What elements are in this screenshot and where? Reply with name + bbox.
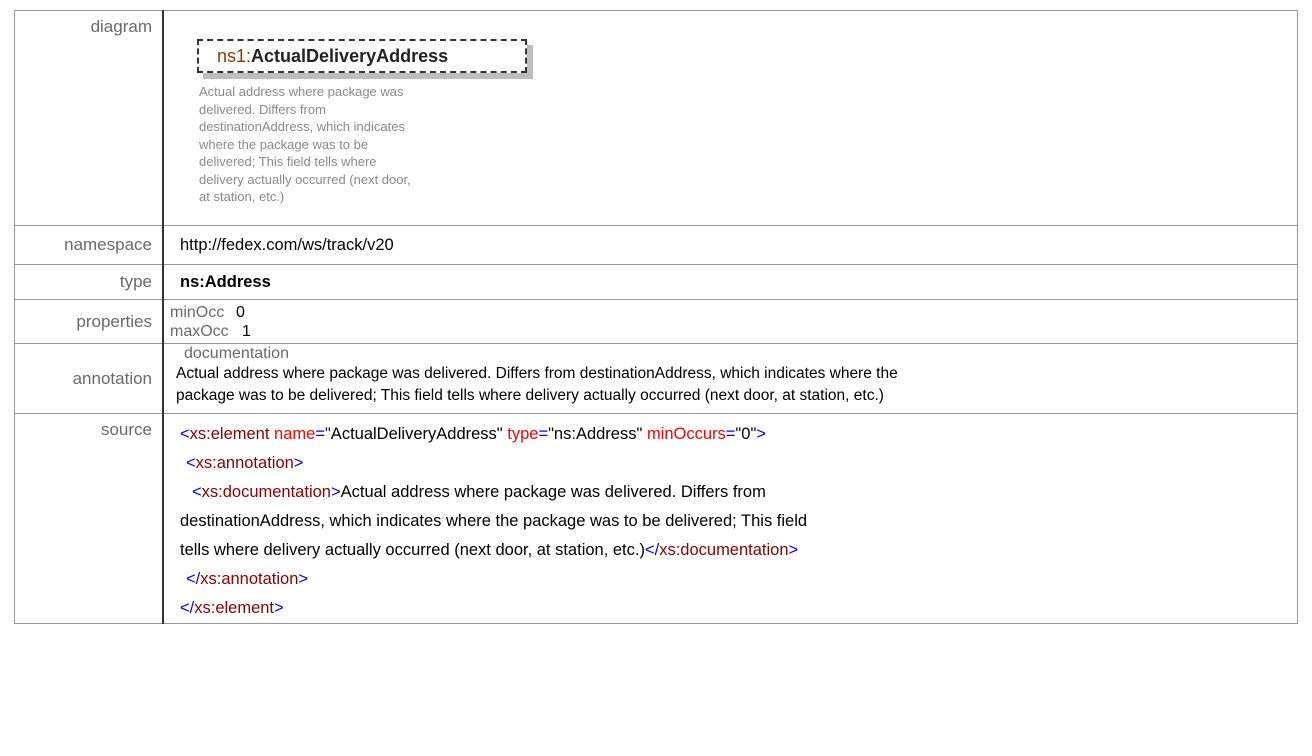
src-punct: > — [756, 425, 766, 443]
row-namespace: namespace http://fedex.com/ws/track/v20 — [14, 225, 1298, 265]
src-punct: </ — [644, 541, 660, 559]
property-max-label: maxOcc — [170, 322, 229, 340]
element-diagram-label: ActualDeliveryAddress — [251, 46, 449, 66]
row-properties: properties minOcc 0 maxOcc 1 — [14, 299, 1298, 344]
element-diagram-prefix: ns1: — [217, 46, 252, 66]
diagram-cell: ns1:ActualDeliveryAddress Actual address… — [162, 10, 1298, 226]
source-code: <xs:element name="ActualDeliveryAddress"… — [162, 413, 1298, 624]
src-tag: xs:annotation — [195, 454, 294, 472]
namespace-value: http://fedex.com/ws/track/v20 — [162, 225, 1298, 265]
label-namespace: namespace — [14, 225, 164, 265]
diagram-documentation: Actual address where package was deliver… — [199, 83, 499, 206]
src-punct: </ — [180, 599, 195, 617]
source-line-2: <xs:annotation> — [180, 449, 1297, 478]
source-line-4: destinationAddress, which indicates wher… — [180, 507, 1297, 536]
diagram-doc-line: destinationAddress, which indicates — [199, 119, 405, 134]
source-line-7: </xs:element> — [180, 594, 1297, 623]
row-type: type ns:Address — [14, 264, 1298, 300]
src-tag: xs:annotation — [200, 570, 299, 588]
src-tag: xs:element — [194, 599, 275, 617]
src-value: "0" — [735, 425, 757, 443]
src-punct: > — [330, 483, 341, 501]
src-value: "ns:Address" — [548, 425, 643, 443]
property-max-value: 1 — [242, 322, 251, 340]
src-value: "ActualDeliveryAddress" — [324, 425, 503, 443]
src-tag: xs:element — [189, 425, 270, 443]
src-punct: </ — [186, 570, 201, 588]
src-tag: xs:documentation — [659, 541, 789, 559]
src-punct: > — [274, 599, 284, 617]
src-tag: xs:documentation — [201, 483, 331, 501]
diagram-doc-line: where the package was to be — [199, 136, 369, 152]
src-punct: = — [725, 425, 736, 443]
src-punct: < — [192, 483, 202, 501]
property-min-value: 0 — [236, 303, 245, 321]
annotation-cell: documentation Actual address where packa… — [162, 343, 1298, 414]
label-diagram: diagram — [14, 10, 164, 226]
type-link[interactable]: ns:Address — [180, 273, 271, 291]
element-doc-table: diagram ns1:ActualDeliveryAddress Actual… — [14, 10, 1298, 624]
src-punct: > — [293, 454, 304, 472]
src-text: tells where delivery actually occurred (… — [180, 541, 645, 559]
src-punct: < — [186, 454, 196, 472]
property-min-label: minOcc — [170, 303, 225, 321]
src-attr: type — [507, 425, 539, 443]
src-punct: = — [538, 425, 549, 443]
src-punct: = — [315, 425, 325, 443]
property-min: minOcc 0 — [170, 303, 1297, 322]
element-diagram-box[interactable]: ns1:ActualDeliveryAddress — [197, 39, 527, 73]
source-line-1: <xs:element name="ActualDeliveryAddress"… — [180, 420, 1297, 449]
src-punct: > — [788, 541, 799, 559]
properties-cell: minOcc 0 maxOcc 1 — [162, 299, 1298, 344]
label-source: source — [14, 413, 164, 624]
diagram-doc-line: delivered; This field tells where — [199, 154, 377, 169]
src-attr: name — [274, 425, 316, 443]
source-line-3: <xs:documentation>Actual address where p… — [180, 478, 1297, 507]
src-punct: > — [298, 570, 309, 588]
src-attr: minOccurs — [646, 425, 726, 443]
type-value: ns:Address — [162, 264, 1298, 300]
src-punct: < — [180, 425, 190, 443]
annotation-line: Actual address where package was deliver… — [176, 365, 898, 382]
src-text: destinationAddress, which indicates wher… — [180, 512, 808, 530]
label-annotation: annotation — [14, 343, 164, 414]
row-annotation: annotation documentation Actual address … — [14, 343, 1298, 414]
property-max: maxOcc 1 — [170, 322, 1297, 341]
row-source: source <xs:element name="ActualDeliveryA… — [14, 413, 1298, 624]
diagram-doc-line: delivery actually occurred (next door, — [199, 171, 411, 187]
src-text: Actual address where package was deliver… — [340, 483, 766, 501]
diagram-doc-line: at station, etc.) — [199, 189, 285, 204]
row-diagram: diagram ns1:ActualDeliveryAddress Actual… — [14, 10, 1298, 226]
label-type: type — [14, 264, 164, 300]
diagram-doc-line: delivered. Differs from — [199, 101, 326, 117]
source-line-5: tells where delivery actually occurred (… — [180, 536, 1297, 565]
annotation-line: package was to be delivered; This field … — [176, 387, 884, 404]
annotation-heading: documentation — [184, 345, 289, 362]
element-diagram-name: ns1:ActualDeliveryAddress — [217, 46, 448, 67]
diagram-doc-line: Actual address where package was — [199, 84, 404, 99]
source-line-6: </xs:annotation> — [180, 565, 1297, 594]
label-properties: properties — [14, 299, 164, 344]
